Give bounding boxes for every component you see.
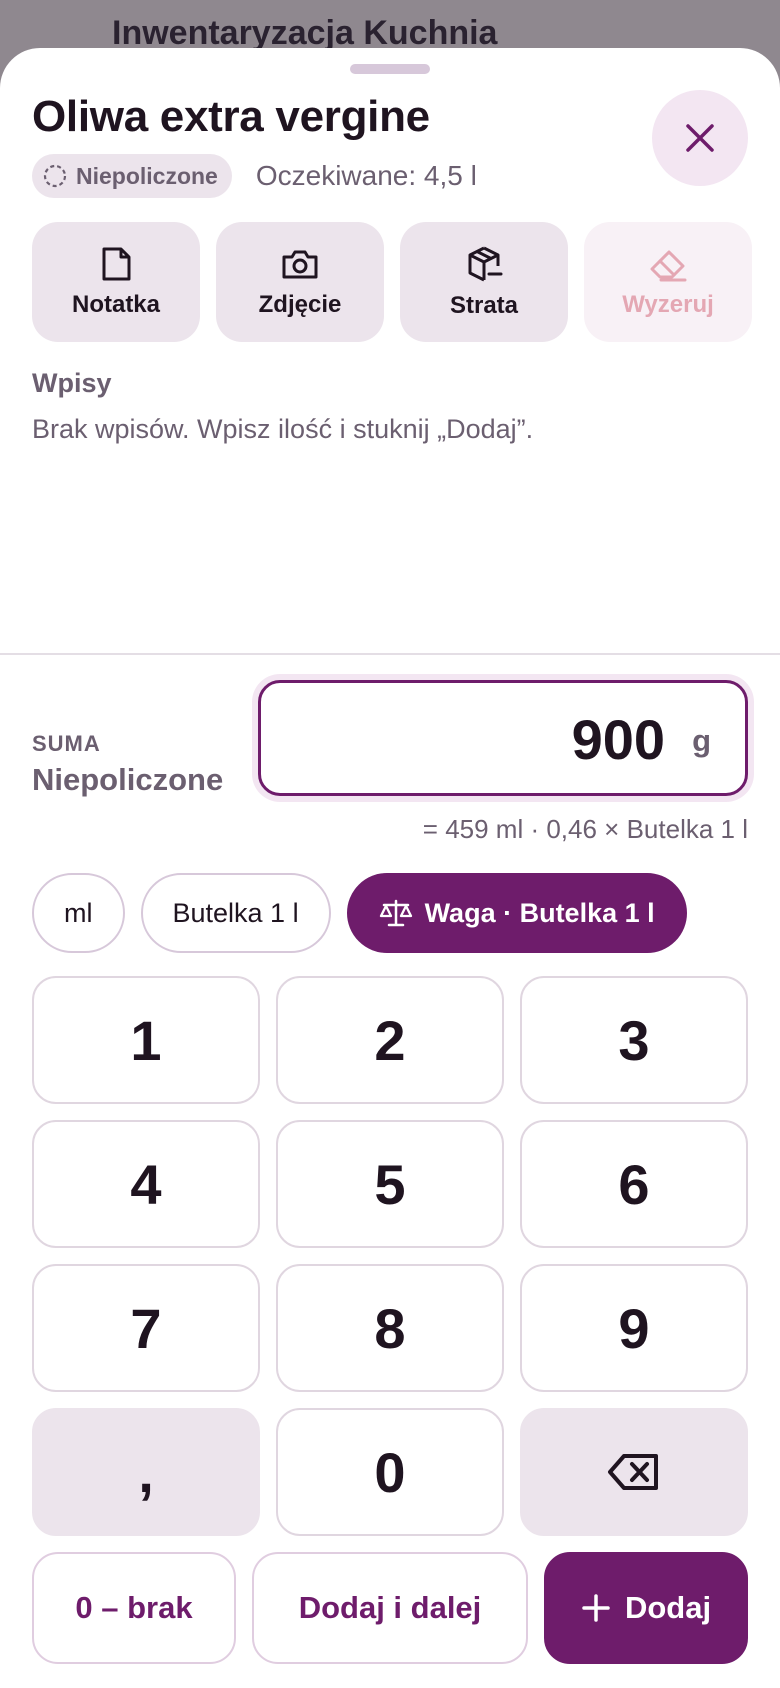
unit-chip-bottle[interactable]: Butelka 1 l xyxy=(140,873,331,953)
plus-icon xyxy=(582,1594,610,1622)
add-and-next-button[interactable]: Dodaj i dalej xyxy=(252,1552,528,1664)
backspace-icon xyxy=(608,1454,658,1490)
key-6[interactable]: 6 xyxy=(520,1120,748,1248)
loss-button-label: Strata xyxy=(449,292,519,319)
unit-chip-ml[interactable]: ml xyxy=(32,873,125,953)
key-4[interactable]: 4 xyxy=(32,1120,260,1248)
key-8[interactable]: 8 xyxy=(276,1264,504,1392)
unit-chip-label: ml xyxy=(64,897,93,928)
expected-quantity: Oczekiwane: 4,5 l xyxy=(255,160,477,191)
product-title: Oliwa extra vergine xyxy=(32,92,430,141)
photo-button-label: Zdjęcie xyxy=(258,291,342,318)
sum-label: SUMA xyxy=(32,731,101,756)
section-divider xyxy=(0,653,780,655)
zero-missing-label: 0 – brak xyxy=(75,1590,193,1625)
amount-value: 900 xyxy=(571,708,665,771)
unit-selector: ml Butelka 1 l Waga · Butelka 1 l xyxy=(32,873,687,953)
unit-chip-label: Butelka 1 l xyxy=(172,897,299,928)
key-7[interactable]: 7 xyxy=(32,1264,260,1392)
add-and-next-label: Dodaj i dalej xyxy=(298,1590,482,1625)
status-badge-label: Niepoliczone xyxy=(76,162,218,189)
status-row: Niepoliczone Oczekiwane: 4,5 l xyxy=(32,154,477,198)
unit-chip-weight-bottle[interactable]: Waga · Butelka 1 l xyxy=(346,873,687,953)
close-button[interactable] xyxy=(652,90,748,186)
note-button-label: Notatka xyxy=(71,291,161,318)
reset-button[interactable]: Wyzeruj xyxy=(584,222,752,342)
add-button-label: Dodaj xyxy=(624,1590,712,1625)
dashed-circle-icon xyxy=(43,164,67,188)
package-loss-icon xyxy=(468,246,503,282)
note-button[interactable]: Notatka xyxy=(32,222,200,342)
sheet-grabber[interactable] xyxy=(350,64,430,74)
loss-button[interactable]: Strata xyxy=(400,222,568,342)
key-1[interactable]: 1 xyxy=(32,976,260,1104)
key-decimal-comma[interactable]: , xyxy=(32,1408,260,1536)
zero-missing-button[interactable]: 0 – brak xyxy=(32,1552,236,1664)
close-icon xyxy=(686,124,714,152)
key-0[interactable]: 0 xyxy=(276,1408,504,1536)
note-icon xyxy=(102,247,131,281)
scale-icon xyxy=(379,899,412,927)
add-button[interactable]: Dodaj xyxy=(544,1552,748,1664)
entries-heading: Wpisy xyxy=(32,368,112,398)
action-buttons: Notatka Zdjęcie Strata Wyzeruj xyxy=(32,222,752,342)
photo-button[interactable]: Zdjęcie xyxy=(216,222,384,342)
entries-empty-message: Brak wpisów. Wpisz ilość i stuknij „Doda… xyxy=(32,414,534,444)
status-badge: Niepoliczone xyxy=(32,154,232,198)
camera-icon xyxy=(282,250,318,279)
key-5[interactable]: 5 xyxy=(276,1120,504,1248)
reset-button-label: Wyzeruj xyxy=(622,291,714,318)
key-3[interactable]: 3 xyxy=(520,976,748,1104)
amount-input[interactable]: 900 g xyxy=(258,680,748,796)
unit-chip-label: Waga · Butelka 1 l xyxy=(424,897,655,928)
conversion-text: = 459 ml · 0,46 × Butelka 1 l xyxy=(422,814,748,844)
key-9[interactable]: 9 xyxy=(520,1264,748,1392)
key-2[interactable]: 2 xyxy=(276,976,504,1104)
sum-value: Niepoliczone xyxy=(32,762,224,797)
backspace-key[interactable] xyxy=(520,1408,748,1536)
amount-unit: g xyxy=(692,723,711,758)
eraser-icon xyxy=(650,250,687,282)
